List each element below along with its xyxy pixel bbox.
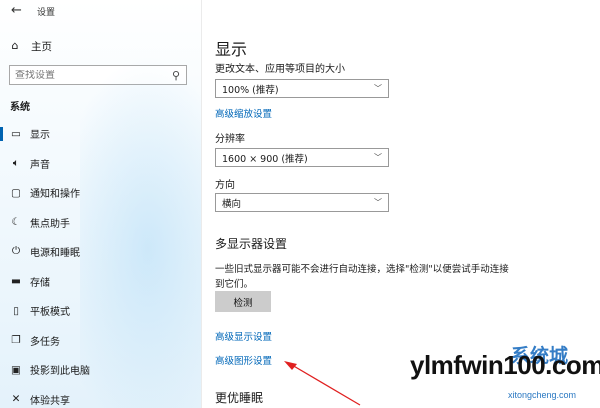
search-input[interactable] (10, 69, 169, 81)
chevron-down-icon: ﹀ (374, 153, 382, 162)
resolution-label: 分辨率 (215, 134, 245, 145)
sidebar-item-display[interactable]: ▭ 显示 (0, 119, 201, 149)
chevron-down-icon: ﹀ (374, 84, 382, 93)
tablet-icon: ▯ (13, 304, 19, 317)
home-label: 主页 (31, 40, 52, 53)
scale-label: 更改文本、应用等项目的大小 (215, 64, 345, 75)
sidebar-item-storage[interactable]: ▬ 存储 (0, 267, 201, 297)
sidebar-nav: ▭ 显示 🔈︎ 声音 ▢ 通知和操作 ☾ 焦点助手 ⏻ 电源和睡眠 ▬ 存储 ▯… (0, 119, 201, 408)
multitask-icon: ❐ (11, 334, 21, 347)
sidebar-item-multitasking[interactable]: ❐ 多任务 (0, 326, 201, 356)
watermark-logo: ylmfwin100.com (410, 350, 600, 380)
sidebar: ← 设置 ⌂ 主页 ⚲ 系统 ▭ 显示 🔈︎ 声音 ▢ 通知和操作 ☾ 焦点助手… (0, 0, 202, 408)
sidebar-item-tablet-mode[interactable]: ▯ 平板模式 (0, 296, 201, 326)
sidebar-item-project-to-pc[interactable]: ▣ 投影到此电脑 (0, 355, 201, 385)
detect-button[interactable]: 检测 (215, 291, 271, 312)
orientation-label: 方向 (215, 180, 235, 191)
speaker-icon: 🔈︎ (12, 156, 20, 169)
sleep-heading: 更优睡眠 (215, 391, 264, 405)
sidebar-section-title: 系统 (10, 102, 30, 113)
sidebar-item-focus-assist[interactable]: ☾ 焦点助手 (0, 208, 201, 238)
sidebar-item-shared-experiences[interactable]: ✕ 体验共享 (0, 385, 201, 408)
multi-display-description: 一些旧式显示器可能不会进行自动连接，选择"检测"以便尝试手动连接到它们。 (215, 264, 509, 290)
resolution-dropdown[interactable]: 1600 × 900 (推荐) ﹀ (215, 148, 389, 167)
multi-display-heading: 多显示器设置 (215, 237, 288, 251)
search-box[interactable]: ⚲ (9, 65, 187, 85)
scale-value: 100% (推荐) (222, 84, 279, 96)
page-title: 显示 (215, 40, 248, 59)
scale-dropdown[interactable]: 100% (推荐) ﹀ (215, 79, 389, 98)
sidebar-item-label: 多任务 (30, 336, 60, 348)
sidebar-item-label: 显示 (30, 130, 50, 142)
sidebar-item-label: 焦点助手 (30, 218, 70, 230)
sidebar-item-label: 体验共享 (30, 395, 70, 407)
sidebar-item-notifications[interactable]: ▢ 通知和操作 (0, 178, 201, 208)
sidebar-item-label: 存储 (30, 277, 50, 289)
sidebar-item-label: 投影到此电脑 (30, 366, 90, 378)
back-arrow-icon[interactable]: ← (11, 3, 22, 18)
orientation-value: 横向 (222, 198, 242, 210)
window-title: 设置 (37, 8, 56, 18)
watermark-subtext: xitongcheng.com (508, 390, 577, 400)
sidebar-item-power-sleep[interactable]: ⏻ 电源和睡眠 (0, 237, 201, 267)
advanced-scaling-link[interactable]: 高级缩放设置 (215, 106, 272, 120)
sidebar-item-label: 声音 (30, 159, 50, 171)
sidebar-item-label: 电源和睡眠 (30, 248, 80, 260)
resolution-value: 1600 × 900 (推荐) (222, 153, 308, 165)
moon-icon: ☾ (11, 216, 21, 229)
title-bar: ← 设置 (0, 0, 201, 22)
sidebar-item-label: 平板模式 (30, 307, 70, 319)
watermark: 系统城 ylmfwin100.com xitongcheng.com (396, 345, 600, 405)
home-icon: ⌂ (11, 39, 19, 52)
advanced-display-link[interactable]: 高级显示设置 (215, 329, 272, 343)
power-icon: ⏻ (11, 245, 21, 258)
home-nav-item[interactable]: ⌂ 主页 (9, 38, 53, 54)
sidebar-item-label: 通知和操作 (30, 189, 80, 201)
storage-icon: ▬ (11, 275, 21, 288)
share-icon: ✕ (11, 393, 21, 406)
project-icon: ▣ (11, 363, 21, 376)
notification-icon: ▢ (11, 186, 21, 199)
orientation-dropdown[interactable]: 横向 ﹀ (215, 193, 389, 212)
chevron-down-icon: ﹀ (374, 198, 382, 207)
advanced-graphics-link[interactable]: 高级图形设置 (215, 353, 272, 367)
sidebar-item-sound[interactable]: 🔈︎ 声音 (0, 149, 201, 179)
search-icon[interactable]: ⚲ (169, 69, 183, 82)
monitor-icon: ▭ (11, 127, 21, 140)
